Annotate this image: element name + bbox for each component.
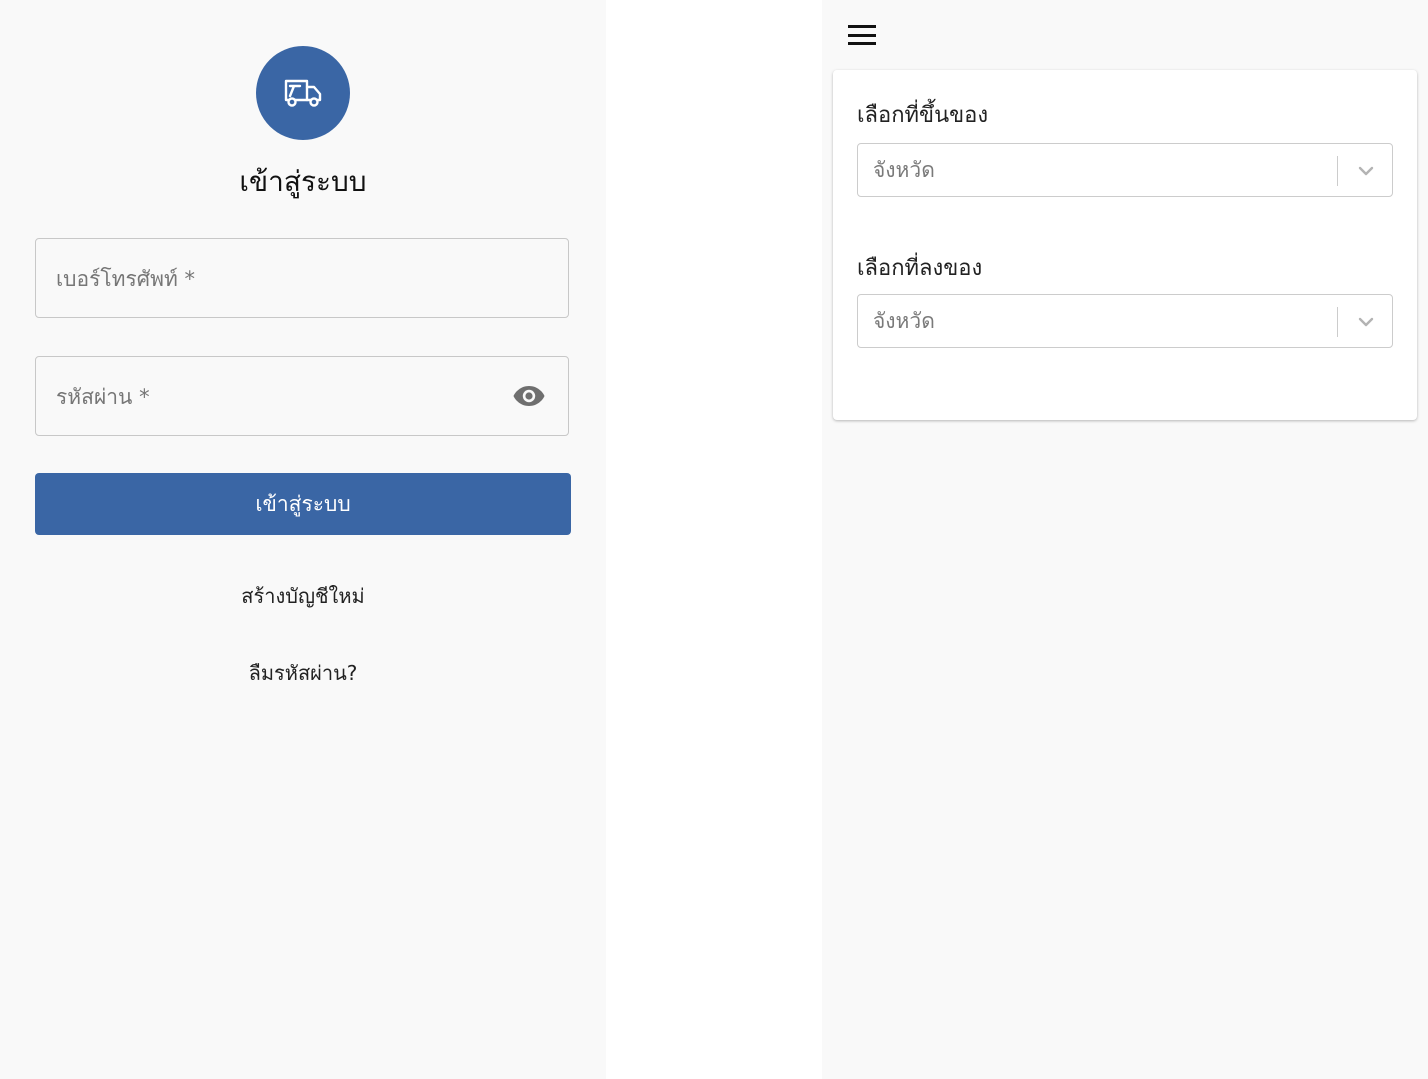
dropoff-label: เลือกที่ลงของ <box>857 256 983 281</box>
phone-input[interactable] <box>54 239 498 319</box>
login-title: เข้าสู่ระบบ <box>239 165 367 198</box>
select-separator <box>1337 156 1338 186</box>
dropoff-province-select[interactable]: จังหวัด <box>857 294 1393 348</box>
hamburger-menu-icon-line <box>848 42 876 45</box>
password-input[interactable] <box>54 357 498 437</box>
show-password-button[interactable] <box>512 381 546 411</box>
truck-icon <box>284 79 322 107</box>
forgot-password-link[interactable]: ลืมรหัสผ่าน? <box>0 657 606 689</box>
location-screen: เลือกที่ขึ้นของ จังหวัด เลือกที่ลงของ จั… <box>822 0 1428 1079</box>
password-field[interactable] <box>35 356 569 437</box>
phone-field[interactable] <box>35 238 569 319</box>
pickup-label: เลือกที่ขึ้นของ <box>857 103 989 128</box>
hamburger-menu-icon <box>848 25 876 28</box>
chevron-down-icon[interactable] <box>1356 312 1376 332</box>
dropoff-select-value: จังหวัด <box>873 308 935 333</box>
login-button[interactable]: เข้าสู่ระบบ <box>35 473 571 535</box>
pickup-select-value: จังหวัด <box>873 157 935 182</box>
menu-button[interactable] <box>848 22 878 48</box>
app-logo <box>256 46 350 140</box>
eye-icon <box>513 386 545 406</box>
chevron-down-icon[interactable] <box>1356 161 1376 181</box>
login-screen: เข้าสู่ระบบ เข้าสู่ระบบ สร้างบัญชีใหม่ ล… <box>0 0 606 1079</box>
location-card: เลือกที่ขึ้นของ จังหวัด เลือกที่ลงของ จั… <box>833 70 1417 420</box>
create-account-link[interactable]: สร้างบัญชีใหม่ <box>0 580 606 612</box>
pickup-province-select[interactable]: จังหวัด <box>857 143 1393 197</box>
select-separator <box>1337 307 1338 337</box>
hamburger-menu-icon-line <box>848 33 876 37</box>
